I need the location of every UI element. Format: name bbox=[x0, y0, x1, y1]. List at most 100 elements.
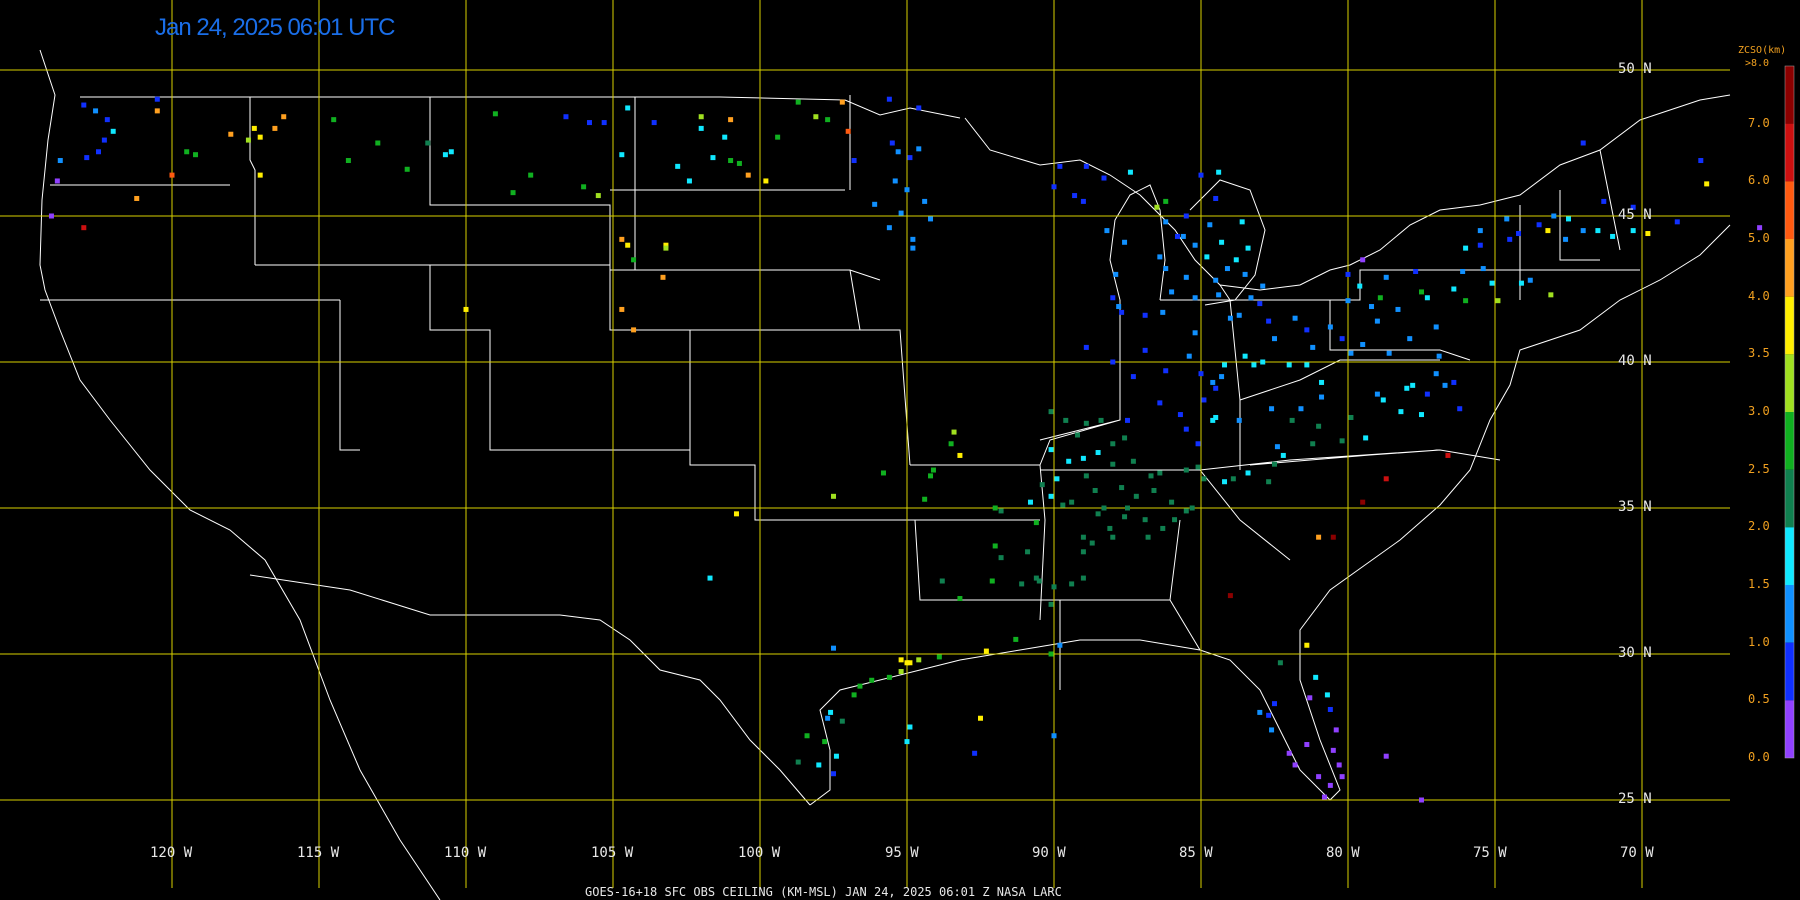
observation-marker bbox=[1195, 441, 1201, 447]
observation-marker bbox=[1463, 298, 1469, 304]
observation-marker bbox=[1630, 228, 1636, 234]
observation-marker bbox=[983, 648, 989, 654]
lat-label: 25 N bbox=[1618, 791, 1652, 807]
lat-label: 40 N bbox=[1618, 353, 1652, 369]
observation-marker bbox=[1433, 324, 1439, 330]
observation-marker bbox=[1048, 409, 1054, 415]
observation-marker bbox=[686, 178, 692, 184]
observation-marker bbox=[54, 178, 60, 184]
observation-marker bbox=[134, 195, 140, 201]
observation-marker bbox=[1060, 502, 1066, 508]
observation-marker bbox=[813, 114, 819, 120]
observation-marker bbox=[1080, 534, 1086, 540]
observation-marker bbox=[93, 108, 99, 114]
lon-label: 100 W bbox=[738, 845, 781, 861]
observation-marker bbox=[1148, 473, 1154, 479]
observation-marker bbox=[1292, 762, 1298, 768]
observation-marker bbox=[910, 245, 916, 251]
observation-marker bbox=[857, 683, 863, 689]
observation-marker bbox=[1339, 438, 1345, 444]
observation-marker bbox=[1383, 476, 1389, 482]
observation-marker bbox=[1213, 195, 1219, 201]
lon-label: 90 W bbox=[1032, 845, 1066, 861]
colorbar-tick-label: 6.0 bbox=[1748, 173, 1770, 188]
state-lines bbox=[40, 95, 1640, 690]
observation-marker bbox=[1316, 774, 1322, 780]
observation-marker bbox=[1233, 257, 1239, 263]
observation-marker bbox=[928, 216, 934, 222]
observation-marker bbox=[998, 508, 1004, 514]
colorbar-tick-label: 4.0 bbox=[1748, 288, 1770, 303]
observation-marker bbox=[228, 131, 234, 137]
observation-marker bbox=[1266, 712, 1272, 718]
lon-label: 85 W bbox=[1179, 845, 1213, 861]
observation-marker bbox=[281, 114, 287, 120]
observation-marker bbox=[831, 493, 836, 499]
observation-marker bbox=[1198, 172, 1204, 178]
observation-marker bbox=[154, 108, 160, 114]
observation-marker bbox=[442, 152, 448, 158]
timestamp-label: Jan 24, 2025 06:01 UTC bbox=[155, 14, 396, 41]
observation-marker bbox=[1057, 642, 1063, 648]
observation-marker bbox=[831, 771, 836, 777]
observation-marker bbox=[898, 669, 904, 675]
observation-marker bbox=[492, 111, 498, 117]
observation-marker bbox=[1316, 423, 1322, 429]
observation-marker bbox=[1457, 406, 1463, 412]
observation-marker bbox=[1048, 651, 1054, 657]
colorbar-swatch bbox=[1785, 700, 1794, 758]
observation-marker bbox=[660, 274, 666, 280]
observation-marker bbox=[1236, 312, 1242, 318]
observation-marker bbox=[1080, 549, 1086, 555]
observation-marker bbox=[251, 125, 257, 131]
observation-marker bbox=[1377, 295, 1383, 301]
observation-marker bbox=[822, 739, 828, 745]
observation-marker bbox=[1192, 330, 1198, 336]
observation-marker bbox=[110, 128, 116, 134]
colorbar-title: ZCSO(km) bbox=[1738, 45, 1787, 56]
observation-marker bbox=[1489, 280, 1495, 286]
observation-marker bbox=[625, 242, 631, 248]
observation-marker bbox=[1122, 435, 1128, 441]
observation-marker bbox=[1260, 359, 1266, 365]
colorbar-tick-label: 0.5 bbox=[1748, 692, 1770, 707]
observation-marker bbox=[1213, 385, 1219, 391]
observation-marker bbox=[1551, 213, 1557, 219]
observation-marker bbox=[1080, 198, 1086, 204]
colorbar-swatch bbox=[1785, 239, 1794, 297]
observation-marker bbox=[1227, 593, 1233, 599]
observation-marker bbox=[1433, 371, 1439, 377]
observation-marker bbox=[1201, 397, 1207, 403]
observation-marker bbox=[272, 125, 278, 131]
observation-marker bbox=[510, 190, 516, 196]
lat-label: 45 N bbox=[1618, 207, 1652, 223]
observation-marker bbox=[1219, 374, 1225, 380]
observation-marker bbox=[1227, 315, 1233, 321]
map-canvas: { "timestamp": "Jan 24, 2025 06:01 UTC",… bbox=[0, 0, 1800, 900]
observation-marker bbox=[1051, 733, 1057, 739]
footer-caption: GOES-16+18 SFC OBS CEILING (KM-MSL) JAN … bbox=[585, 885, 1062, 899]
observation-marker bbox=[1057, 163, 1063, 169]
observation-marker bbox=[1174, 233, 1180, 239]
observation-marker bbox=[898, 657, 904, 663]
observation-marker bbox=[184, 149, 190, 155]
colorbar-swatch bbox=[1785, 469, 1794, 528]
observation-marker bbox=[1280, 452, 1286, 458]
observation-marker bbox=[1242, 271, 1248, 277]
observation-marker bbox=[57, 158, 63, 164]
observation-marker bbox=[1360, 257, 1366, 263]
observation-marker bbox=[1436, 353, 1442, 359]
observation-marker bbox=[1645, 231, 1651, 237]
observation-marker bbox=[1380, 397, 1386, 403]
observation-marker bbox=[916, 105, 922, 111]
colorbar-tick-label: 3.5 bbox=[1748, 346, 1770, 361]
observation-marker bbox=[869, 677, 875, 683]
observation-marker bbox=[763, 178, 769, 184]
observation-marker bbox=[851, 692, 857, 698]
observation-marker bbox=[1122, 239, 1128, 245]
observation-marker bbox=[745, 172, 751, 178]
observation-marker bbox=[728, 117, 734, 123]
observation-marker bbox=[1192, 242, 1198, 248]
colorbar-swatch bbox=[1785, 585, 1794, 643]
observation-marker bbox=[880, 470, 886, 476]
